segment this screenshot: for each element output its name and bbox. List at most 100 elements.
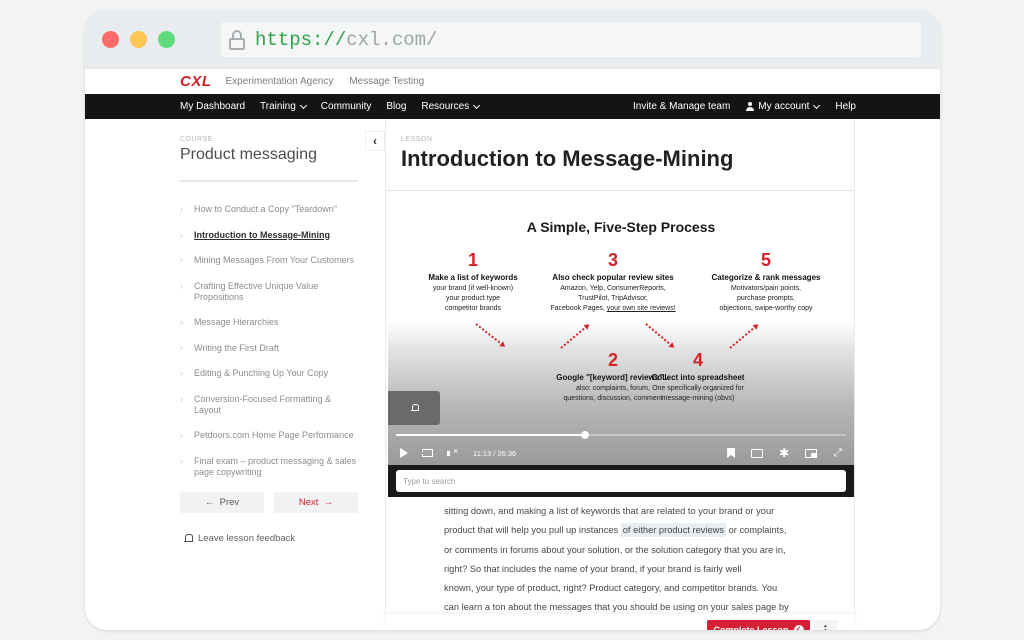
- settings-button[interactable]: ✱: [779, 447, 789, 459]
- browser-window: https://cxl.com/ CXL Experimentation Age…: [85, 10, 940, 630]
- toplink-message-testing[interactable]: Message Testing: [349, 76, 424, 87]
- leave-feedback-link[interactable]: Leave lesson feedback: [180, 533, 360, 544]
- divider: [180, 180, 358, 182]
- transcript-line[interactable]: product that will help you pull up insta…: [444, 521, 814, 540]
- mute-button[interactable]: [447, 446, 459, 458]
- step-heading: Collect into spreadsheet: [651, 373, 745, 382]
- transcript-search-input[interactable]: [396, 470, 846, 492]
- nav-label: My Dashboard: [180, 101, 246, 112]
- address-bar[interactable]: https://cxl.com/: [221, 22, 921, 57]
- next-label: Next: [298, 497, 319, 508]
- lesson-item-active[interactable]: › Introduction to Message-Mining: [180, 230, 360, 241]
- user-icon: [746, 102, 755, 111]
- lesson-pager: ← Prev Next →: [180, 492, 358, 513]
- nav-invite-manage-team[interactable]: Invite & Manage team: [633, 101, 730, 112]
- step-number: 3: [607, 250, 618, 270]
- transcript-line[interactable]: or comments in forums about your solutio…: [444, 541, 814, 560]
- nav-my-account[interactable]: My account: [746, 101, 821, 112]
- course-label: COURSE: [180, 136, 213, 143]
- lesson-title: Message Hierarchies: [194, 317, 279, 327]
- chevron-right-icon: ›: [180, 342, 183, 353]
- url-text: https://cxl.com/: [255, 29, 437, 51]
- main-navbar: My Dashboard Training Community Blog Res…: [85, 94, 940, 119]
- video-player[interactable]: A Simple, Five-Step Process 1 Make a lis…: [388, 205, 854, 465]
- more-options-button[interactable]: ⋮: [814, 620, 837, 630]
- picture-in-picture-icon: [805, 448, 818, 458]
- nav-my-dashboard[interactable]: My Dashboard: [180, 101, 245, 112]
- desc-line: Motivators/pain points,: [730, 285, 802, 292]
- nav-right-group: Invite & Manage team My account Help: [617, 101, 940, 112]
- browser-chrome: https://cxl.com/: [85, 10, 940, 69]
- desc-line: Facebook Pages, your own site reviews!: [538, 304, 688, 314]
- complete-lesson-button[interactable]: Complete Lesson ✓: [707, 620, 810, 630]
- cast-button[interactable]: [751, 448, 764, 458]
- nav-help[interactable]: Help: [835, 101, 856, 112]
- fullscreen-button[interactable]: ⤢: [833, 447, 842, 460]
- play-icon: [400, 448, 408, 458]
- prev-label: Prev: [219, 497, 240, 508]
- chevron-down-icon: [299, 101, 307, 109]
- chevron-down-icon: [473, 101, 481, 109]
- video-notify-button[interactable]: [388, 391, 440, 425]
- chevron-right-icon: ›: [180, 368, 183, 378]
- complete-label: Complete Lesson: [713, 624, 789, 631]
- lesson-list: › How to Conduct a Copy "Teardown" › Introd…: [180, 204, 360, 478]
- lesson-item[interactable]: › Crafting Effective Unique Value Proposi…: [180, 281, 360, 303]
- next-button[interactable]: Next →: [274, 492, 358, 513]
- bookmark-button[interactable]: [727, 448, 736, 458]
- arrow-4-to-5: [729, 325, 757, 349]
- step-heading: Make a list of keywords: [428, 273, 518, 282]
- lesson-title: Editing & Punching Up Your Copy: [194, 368, 329, 378]
- step-5: 5 Categorize & rank messages Motivators/…: [691, 250, 841, 314]
- rewind-button[interactable]: [422, 449, 433, 457]
- feedback-label: Leave lesson feedback: [198, 533, 296, 544]
- step-description: Motivators/pain points, purchase prompts…: [691, 284, 841, 314]
- nav-label: Blog: [386, 101, 407, 112]
- lesson-item[interactable]: › How to Conduct a Copy "Teardown": [180, 204, 360, 215]
- collapse-sidebar-button[interactable]: ‹: [365, 131, 385, 151]
- video-progress-bar[interactable]: [396, 431, 846, 439]
- prev-button[interactable]: ← Prev: [180, 492, 264, 513]
- transcript-text: sitting down, and making a list of keywo…: [444, 502, 814, 618]
- nav-training[interactable]: Training: [260, 101, 307, 112]
- lesson-title: How to Conduct a Copy "Teardown": [194, 204, 337, 214]
- lesson-item[interactable]: › Petdoors.com Home Page Performance: [180, 430, 360, 441]
- lesson-item[interactable]: › Final exam – product messaging & sales …: [180, 456, 360, 478]
- lesson-item[interactable]: › Editing & Punching Up Your Copy: [180, 368, 360, 379]
- chevron-right-icon: ›: [180, 393, 183, 404]
- chevron-right-icon: ›: [180, 430, 183, 440]
- lesson-item[interactable]: › Message Hierarchies: [180, 317, 360, 328]
- transcript-line[interactable]: sitting down, and making a list of keywo…: [444, 502, 814, 521]
- nav-resources[interactable]: Resources: [421, 101, 481, 112]
- nav-blog[interactable]: Blog: [386, 101, 406, 112]
- url-host: cxl.com/: [346, 28, 438, 51]
- nav-label: Resources: [421, 101, 470, 112]
- bell-icon: [410, 404, 419, 412]
- toplink-experimentation-agency[interactable]: Experimentation Agency: [226, 76, 334, 87]
- transcript-current-segment[interactable]: of either product reviews: [620, 523, 727, 538]
- transcript-line[interactable]: right? So that includes the name of your…: [444, 560, 814, 579]
- maximize-window-dot[interactable]: [158, 31, 175, 48]
- step-description: One specifically organized for message-m…: [623, 384, 773, 404]
- cxl-logo[interactable]: CXL: [180, 73, 212, 90]
- minimize-window-dot[interactable]: [130, 31, 147, 48]
- desc-line: your product type: [445, 295, 501, 302]
- pip-button[interactable]: [805, 448, 818, 458]
- fullscreen-icon: ⤢: [833, 446, 842, 459]
- lesson-title: Conversion-Focused Formatting & Layout: [194, 393, 332, 415]
- progress-knob[interactable]: [581, 431, 589, 439]
- play-button[interactable]: [400, 448, 408, 458]
- nav-community[interactable]: Community: [321, 101, 372, 112]
- close-window-dot[interactable]: [102, 31, 119, 48]
- kebab-menu-icon: ⋮: [819, 622, 832, 631]
- rewind-10-icon: [422, 449, 433, 457]
- nav-label: My account: [758, 101, 810, 112]
- lesson-title: Petdoors.com Home Page Performance: [194, 430, 354, 440]
- lesson-item[interactable]: › Mining Messages From Your Customers: [180, 255, 360, 266]
- transcript-line[interactable]: known, your type of product, right? Prod…: [444, 579, 814, 598]
- arrow-right-icon: →: [318, 497, 334, 508]
- lesson-item[interactable]: › Writing the First Draft: [180, 343, 360, 354]
- arrow-3-to-4: [645, 323, 673, 347]
- main-area: COURSE Product messaging › How to Conduct…: [85, 119, 940, 630]
- lesson-item[interactable]: › Conversion-Focused Formatting & Layout: [180, 394, 360, 416]
